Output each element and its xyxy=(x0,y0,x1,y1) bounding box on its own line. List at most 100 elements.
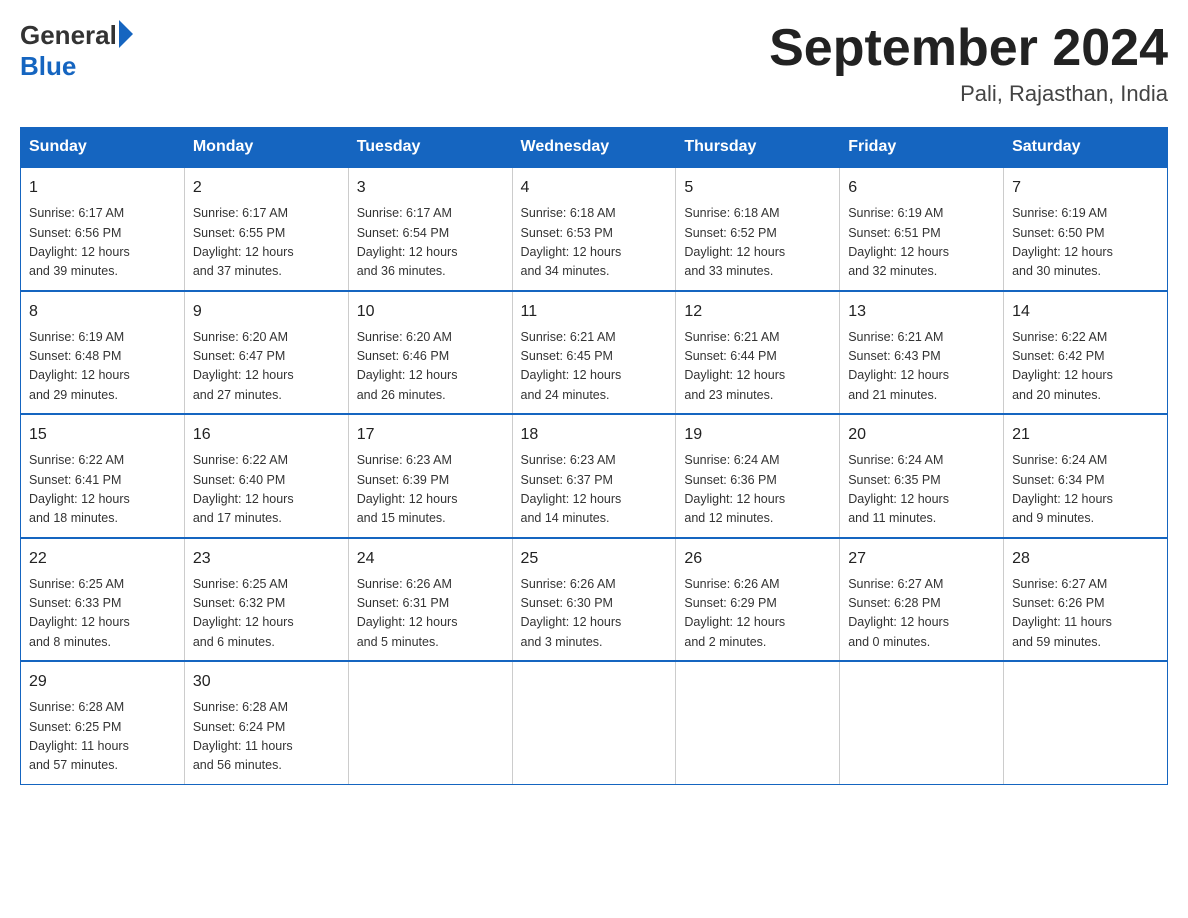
title-section: September 2024 Pali, Rajasthan, India xyxy=(769,20,1168,107)
logo-blue: Blue xyxy=(20,51,76,82)
day-number: 18 xyxy=(521,423,668,447)
calendar-cell: 30 Sunrise: 6:28 AMSunset: 6:24 PMDayligh… xyxy=(184,661,348,784)
day-number: 24 xyxy=(357,547,504,571)
day-number: 7 xyxy=(1012,176,1159,200)
day-info: Sunrise: 6:25 AMSunset: 6:33 PMDaylight:… xyxy=(29,575,176,653)
day-number: 3 xyxy=(357,176,504,200)
day-number: 14 xyxy=(1012,300,1159,324)
day-info: Sunrise: 6:27 AMSunset: 6:28 PMDaylight:… xyxy=(848,575,995,653)
calendar-header-wednesday: Wednesday xyxy=(512,128,676,168)
day-number: 28 xyxy=(1012,547,1159,571)
calendar-cell: 9 Sunrise: 6:20 AMSunset: 6:47 PMDaylight… xyxy=(184,291,348,415)
day-info: Sunrise: 6:19 AMSunset: 6:51 PMDaylight:… xyxy=(848,204,995,282)
logo-arrow-icon xyxy=(119,20,133,48)
calendar-cell xyxy=(676,661,840,784)
day-number: 15 xyxy=(29,423,176,447)
day-info: Sunrise: 6:17 AMSunset: 6:56 PMDaylight:… xyxy=(29,204,176,282)
day-number: 9 xyxy=(193,300,340,324)
calendar-cell: 29 Sunrise: 6:28 AMSunset: 6:25 PMDayligh… xyxy=(21,661,185,784)
calendar-cell xyxy=(348,661,512,784)
calendar-cell: 12Sunrise: 6:21 AMSunset: 6:44 PMDayligh… xyxy=(676,291,840,415)
calendar-cell: 27 Sunrise: 6:27 AMSunset: 6:28 PMDayligh… xyxy=(840,538,1004,662)
day-info: Sunrise: 6:18 AMSunset: 6:52 PMDaylight:… xyxy=(684,204,831,282)
calendar-week-row: 15 Sunrise: 6:22 AMSunset: 6:41 PMDayligh… xyxy=(21,414,1168,538)
logo: General Blue xyxy=(20,20,133,82)
day-number: 27 xyxy=(848,547,995,571)
calendar-week-row: 1 Sunrise: 6:17 AMSunset: 6:56 PMDaylight… xyxy=(21,167,1168,291)
day-info: Sunrise: 6:28 AMSunset: 6:25 PMDaylight:… xyxy=(29,698,176,776)
calendar-cell: 15 Sunrise: 6:22 AMSunset: 6:41 PMDayligh… xyxy=(21,414,185,538)
day-info: Sunrise: 6:17 AMSunset: 6:55 PMDaylight:… xyxy=(193,204,340,282)
day-number: 29 xyxy=(29,670,176,694)
day-info: Sunrise: 6:19 AMSunset: 6:48 PMDaylight:… xyxy=(29,328,176,406)
day-info: Sunrise: 6:23 AMSunset: 6:39 PMDaylight:… xyxy=(357,451,504,529)
day-info: Sunrise: 6:20 AMSunset: 6:47 PMDaylight:… xyxy=(193,328,340,406)
day-number: 25 xyxy=(521,547,668,571)
calendar-header-thursday: Thursday xyxy=(676,128,840,168)
calendar-cell: 1 Sunrise: 6:17 AMSunset: 6:56 PMDaylight… xyxy=(21,167,185,291)
calendar-cell: 3 Sunrise: 6:17 AMSunset: 6:54 PMDaylight… xyxy=(348,167,512,291)
calendar-week-row: 8Sunrise: 6:19 AMSunset: 6:48 PMDaylight… xyxy=(21,291,1168,415)
calendar-cell: 13Sunrise: 6:21 AMSunset: 6:43 PMDayligh… xyxy=(840,291,1004,415)
day-number: 2 xyxy=(193,176,340,200)
day-number: 4 xyxy=(521,176,668,200)
calendar-cell xyxy=(840,661,1004,784)
calendar-cell: 4 Sunrise: 6:18 AMSunset: 6:53 PMDaylight… xyxy=(512,167,676,291)
day-info: Sunrise: 6:21 AMSunset: 6:44 PMDaylight:… xyxy=(684,328,831,406)
day-info: Sunrise: 6:27 AMSunset: 6:26 PMDaylight:… xyxy=(1012,575,1159,653)
calendar-cell: 5 Sunrise: 6:18 AMSunset: 6:52 PMDaylight… xyxy=(676,167,840,291)
calendar-cell xyxy=(1004,661,1168,784)
calendar-cell: 26 Sunrise: 6:26 AMSunset: 6:29 PMDayligh… xyxy=(676,538,840,662)
calendar-cell: 23Sunrise: 6:25 AMSunset: 6:32 PMDayligh… xyxy=(184,538,348,662)
day-info: Sunrise: 6:17 AMSunset: 6:54 PMDaylight:… xyxy=(357,204,504,282)
day-info: Sunrise: 6:24 AMSunset: 6:35 PMDaylight:… xyxy=(848,451,995,529)
calendar-cell: 2 Sunrise: 6:17 AMSunset: 6:55 PMDaylight… xyxy=(184,167,348,291)
day-info: Sunrise: 6:26 AMSunset: 6:30 PMDaylight:… xyxy=(521,575,668,653)
calendar-cell xyxy=(512,661,676,784)
day-info: Sunrise: 6:22 AMSunset: 6:42 PMDaylight:… xyxy=(1012,328,1159,406)
page-header: General Blue September 2024 Pali, Rajast… xyxy=(20,20,1168,107)
day-info: Sunrise: 6:21 AMSunset: 6:45 PMDaylight:… xyxy=(521,328,668,406)
logo-general: General xyxy=(20,20,117,51)
calendar-cell: 16Sunrise: 6:22 AMSunset: 6:40 PMDayligh… xyxy=(184,414,348,538)
calendar-cell: 19Sunrise: 6:24 AMSunset: 6:36 PMDayligh… xyxy=(676,414,840,538)
day-number: 1 xyxy=(29,176,176,200)
calendar-header-sunday: Sunday xyxy=(21,128,185,168)
calendar-week-row: 22 Sunrise: 6:25 AMSunset: 6:33 PMDayligh… xyxy=(21,538,1168,662)
calendar-cell: 20 Sunrise: 6:24 AMSunset: 6:35 PMDayligh… xyxy=(840,414,1004,538)
calendar-cell: 7 Sunrise: 6:19 AMSunset: 6:50 PMDaylight… xyxy=(1004,167,1168,291)
day-info: Sunrise: 6:28 AMSunset: 6:24 PMDaylight:… xyxy=(193,698,340,776)
calendar-header-saturday: Saturday xyxy=(1004,128,1168,168)
calendar-cell: 17Sunrise: 6:23 AMSunset: 6:39 PMDayligh… xyxy=(348,414,512,538)
calendar-cell: 22 Sunrise: 6:25 AMSunset: 6:33 PMDayligh… xyxy=(21,538,185,662)
day-info: Sunrise: 6:22 AMSunset: 6:41 PMDaylight:… xyxy=(29,451,176,529)
day-number: 19 xyxy=(684,423,831,447)
calendar-cell: 11Sunrise: 6:21 AMSunset: 6:45 PMDayligh… xyxy=(512,291,676,415)
calendar-cell: 21 Sunrise: 6:24 AMSunset: 6:34 PMDayligh… xyxy=(1004,414,1168,538)
day-number: 20 xyxy=(848,423,995,447)
day-number: 21 xyxy=(1012,423,1159,447)
day-info: Sunrise: 6:22 AMSunset: 6:40 PMDaylight:… xyxy=(193,451,340,529)
calendar-week-row: 29 Sunrise: 6:28 AMSunset: 6:25 PMDayligh… xyxy=(21,661,1168,784)
day-info: Sunrise: 6:21 AMSunset: 6:43 PMDaylight:… xyxy=(848,328,995,406)
calendar-header-friday: Friday xyxy=(840,128,1004,168)
day-info: Sunrise: 6:26 AMSunset: 6:31 PMDaylight:… xyxy=(357,575,504,653)
day-number: 30 xyxy=(193,670,340,694)
calendar-cell: 25 Sunrise: 6:26 AMSunset: 6:30 PMDayligh… xyxy=(512,538,676,662)
location: Pali, Rajasthan, India xyxy=(769,81,1168,107)
calendar-cell: 24 Sunrise: 6:26 AMSunset: 6:31 PMDayligh… xyxy=(348,538,512,662)
day-info: Sunrise: 6:18 AMSunset: 6:53 PMDaylight:… xyxy=(521,204,668,282)
day-info: Sunrise: 6:19 AMSunset: 6:50 PMDaylight:… xyxy=(1012,204,1159,282)
day-number: 6 xyxy=(848,176,995,200)
day-number: 5 xyxy=(684,176,831,200)
calendar-table: SundayMondayTuesdayWednesdayThursdayFrid… xyxy=(20,127,1168,785)
calendar-cell: 6 Sunrise: 6:19 AMSunset: 6:51 PMDaylight… xyxy=(840,167,1004,291)
day-number: 23 xyxy=(193,547,340,571)
day-number: 26 xyxy=(684,547,831,571)
month-title: September 2024 xyxy=(769,20,1168,77)
day-info: Sunrise: 6:26 AMSunset: 6:29 PMDaylight:… xyxy=(684,575,831,653)
day-number: 22 xyxy=(29,547,176,571)
day-info: Sunrise: 6:24 AMSunset: 6:34 PMDaylight:… xyxy=(1012,451,1159,529)
calendar-cell: 18Sunrise: 6:23 AMSunset: 6:37 PMDayligh… xyxy=(512,414,676,538)
calendar-header-row: SundayMondayTuesdayWednesdayThursdayFrid… xyxy=(21,128,1168,168)
